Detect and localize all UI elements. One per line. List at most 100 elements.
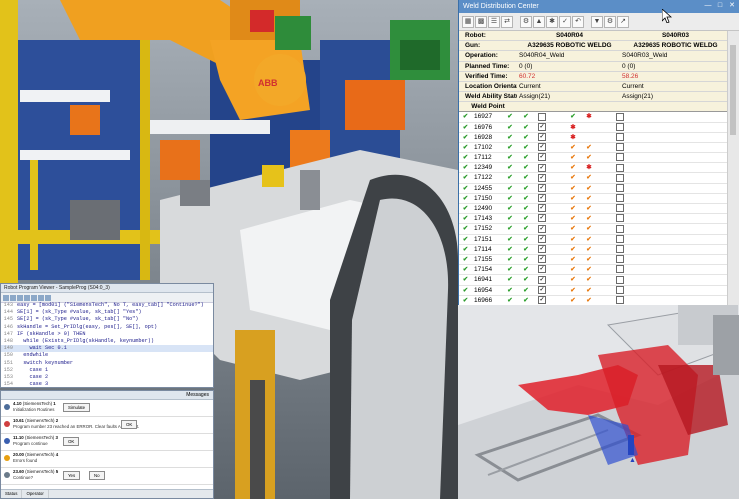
- tab-status[interactable]: Status: [1, 490, 23, 498]
- undo-icon[interactable]: ↶: [572, 15, 584, 28]
- checkbox[interactable]: [616, 112, 624, 121]
- export-icon[interactable]: ↗: [617, 15, 629, 28]
- checkbox[interactable]: ✓: [538, 204, 546, 213]
- checkbox[interactable]: [616, 214, 624, 223]
- assign-checkbox[interactable]: [612, 194, 628, 203]
- assign-checkbox[interactable]: ✓: [534, 132, 550, 142]
- checkbox[interactable]: ✓: [538, 143, 546, 152]
- maximize-icon[interactable]: □: [715, 1, 725, 11]
- table-row[interactable]: ✔ 12490 ✔ ✔ ✓ ✔ ✔: [459, 204, 729, 215]
- checkbox[interactable]: ✓: [538, 173, 546, 182]
- checkbox[interactable]: [616, 204, 624, 213]
- scrollbar-thumb[interactable]: [730, 45, 736, 135]
- checkbox[interactable]: [616, 183, 624, 192]
- breakpoint-icon[interactable]: [31, 294, 37, 301]
- checkbox[interactable]: ✓: [538, 122, 546, 131]
- table-row[interactable]: ✔ 12455 ✔ ✔ ✓ ✔ ✔: [459, 183, 729, 194]
- weld-icon[interactable]: ✱: [546, 15, 558, 28]
- checkbox[interactable]: [538, 112, 546, 121]
- code-line[interactable]: 151 switch keynumber: [1, 360, 213, 367]
- code-line[interactable]: 145 SE[2] = (sk_Type #value, sk_tab[] "No…: [1, 316, 213, 323]
- find-icon[interactable]: [38, 294, 44, 301]
- secondary-3d-viewport[interactable]: ▲: [458, 305, 739, 499]
- checkbox[interactable]: [616, 285, 624, 294]
- message-action-button[interactable]: Yes: [63, 471, 81, 480]
- checkbox[interactable]: ✓: [538, 214, 546, 223]
- checkbox[interactable]: ✓: [538, 245, 546, 254]
- assign-checkbox[interactable]: [612, 132, 628, 142]
- assign-checkbox[interactable]: ✓: [534, 265, 550, 274]
- assign-checkbox[interactable]: [612, 234, 628, 244]
- checkbox[interactable]: ✓: [538, 224, 546, 233]
- tab-operator[interactable]: Operator: [22, 490, 49, 498]
- rewind-icon[interactable]: [24, 294, 30, 301]
- checkbox[interactable]: [616, 163, 624, 172]
- checkbox[interactable]: [616, 153, 624, 162]
- checkbox[interactable]: ✓: [538, 255, 546, 264]
- check-icon[interactable]: ✓: [559, 15, 571, 28]
- assign-checkbox[interactable]: [612, 275, 628, 284]
- assign-checkbox[interactable]: ✓: [534, 163, 550, 172]
- assign-checkbox[interactable]: [612, 285, 628, 295]
- code-line[interactable]: 152 case 1: [1, 367, 213, 374]
- checkbox[interactable]: ✓: [538, 295, 546, 304]
- table-row[interactable]: ✔ 16976 ✔ ✔ ✓ ✱: [459, 122, 729, 133]
- checkbox[interactable]: [616, 173, 624, 182]
- checkbox[interactable]: [616, 224, 624, 233]
- checkbox[interactable]: ✓: [538, 194, 546, 203]
- table-row[interactable]: ✔ 17112 ✔ ✔ ✓ ✔ ✔: [459, 153, 729, 164]
- checkbox[interactable]: [616, 265, 624, 274]
- checkbox[interactable]: [616, 194, 624, 203]
- assign-checkbox[interactable]: [612, 163, 628, 172]
- checkbox[interactable]: ✓: [538, 275, 546, 284]
- assign-checkbox[interactable]: [612, 173, 628, 182]
- assign-checkbox[interactable]: ✓: [534, 194, 550, 203]
- assign-checkbox[interactable]: [612, 183, 628, 193]
- filter-icon[interactable]: ▼: [591, 15, 603, 28]
- checkbox[interactable]: [616, 122, 624, 131]
- table-row[interactable]: ✔ 17154 ✔ ✔ ✓ ✔ ✔: [459, 265, 729, 276]
- save-icon[interactable]: [45, 294, 51, 301]
- assign-checkbox[interactable]: ✓: [534, 214, 550, 223]
- table-row[interactable]: ✔ 17143 ✔ ✔ ✓ ✔ ✔: [459, 214, 729, 225]
- assign-checkbox[interactable]: [612, 295, 628, 305]
- code-line[interactable]: 147 IF (skHandle > 0) THEN: [1, 331, 213, 338]
- table-row[interactable]: ✔ 17102 ✔ ✔ ✓ ✔ ✔: [459, 143, 729, 154]
- assign-checkbox[interactable]: ✓: [534, 204, 550, 213]
- minimize-icon[interactable]: —: [703, 1, 713, 11]
- checkbox[interactable]: ✓: [538, 285, 546, 294]
- program-code[interactable]: 143 easy = [mod01] ("SiemensTech", No T, …: [1, 302, 213, 387]
- gun-icon[interactable]: ▲: [533, 15, 545, 28]
- step-icon[interactable]: [10, 294, 16, 301]
- assign-checkbox[interactable]: ✓: [534, 234, 550, 244]
- weld-point-column-header[interactable]: Weld Point: [459, 102, 729, 113]
- stop-icon[interactable]: [17, 294, 23, 301]
- checkbox[interactable]: ✓: [538, 183, 546, 192]
- code-line[interactable]: 153 case 2: [1, 374, 213, 381]
- assign-icon[interactable]: ⇄: [501, 15, 513, 28]
- assign-checkbox[interactable]: ✓: [534, 295, 550, 305]
- checkbox[interactable]: [616, 143, 624, 152]
- code-line[interactable]: 146 skHandle = Set_PrIDlg(easy, pes[], SE…: [1, 324, 213, 331]
- checkbox[interactable]: [616, 132, 624, 141]
- assign-checkbox[interactable]: ✓: [534, 153, 550, 162]
- assign-checkbox[interactable]: [612, 255, 628, 264]
- checkbox[interactable]: ✓: [538, 153, 546, 162]
- assign-checkbox[interactable]: ✓: [534, 122, 550, 132]
- code-line[interactable]: 154 case 3: [1, 381, 213, 387]
- assign-checkbox[interactable]: ✓: [534, 143, 550, 152]
- table-row[interactable]: ✔ 17152 ✔ ✔ ✓ ✔ ✔: [459, 224, 729, 235]
- checkbox[interactable]: ✓: [538, 132, 546, 141]
- code-line[interactable]: 143 easy = [mod01] ("SiemensTech", No T, …: [1, 302, 213, 309]
- assign-checkbox[interactable]: [612, 153, 628, 162]
- table-row[interactable]: ✔ 17150 ✔ ✔ ✓ ✔ ✔: [459, 194, 729, 204]
- assign-checkbox[interactable]: [612, 112, 628, 121]
- assign-checkbox[interactable]: [612, 265, 628, 274]
- table-row[interactable]: ✔ 16966 ✔ ✔ ✓ ✔ ✔: [459, 295, 729, 305]
- code-line[interactable]: 149 wait Sec 0.1: [1, 345, 213, 353]
- close-icon[interactable]: ✕: [727, 1, 737, 11]
- code-line[interactable]: 144 SE[1] = (sk_Type #value, sk_tab[] "Ye…: [1, 309, 213, 316]
- assign-checkbox[interactable]: [612, 122, 628, 132]
- code-line[interactable]: 148 while (Exists_PrIDlg(skHandle, keynu…: [1, 338, 213, 345]
- checkbox[interactable]: [616, 275, 624, 284]
